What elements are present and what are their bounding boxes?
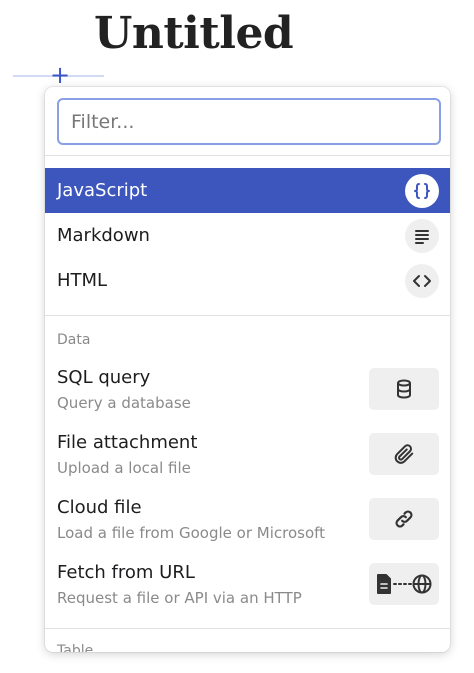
plus-icon[interactable]: + [50,63,70,87]
menu-item-label: Markdown [57,225,150,246]
menu-item-fetch-from-url[interactable]: Fetch from URL Request a file or API via… [45,562,450,624]
section-label-data: Data [57,332,91,348]
menu-item-cloud-file[interactable]: Cloud file Load a file from Google or Mi… [45,497,450,559]
section-label-table: Table [57,643,94,652]
page-title[interactable]: Untitled [94,8,294,59]
divider [45,315,450,316]
menu-item-subtitle: Query a database [57,394,191,412]
menu-item-title: Fetch from URL [57,562,195,583]
menu-item-javascript[interactable]: JavaScript [45,168,450,213]
menu-item-title: SQL query [57,367,151,388]
link-icon [369,498,439,540]
text-lines-icon [405,219,439,253]
divider [45,628,450,629]
filter-input[interactable] [57,98,441,145]
menu-item-html[interactable]: HTML [45,258,450,303]
paperclip-icon [369,433,439,475]
menu-item-file-attachment[interactable]: File attachment Upload a local file [45,432,450,494]
divider [45,155,450,156]
menu-item-label: JavaScript [57,180,148,201]
menu-item-sql-query[interactable]: SQL query Query a database [45,367,450,429]
angle-brackets-icon [405,264,439,298]
menu-item-markdown[interactable]: Markdown [45,213,450,258]
menu-item-subtitle: Load a file from Google or Microsoft [57,524,326,542]
curly-braces-icon [405,174,439,208]
file-globe-icon [369,563,439,605]
menu-item-subtitle: Upload a local file [57,459,191,477]
menu-item-title: Cloud file [57,497,142,518]
filter-wrap [57,98,441,145]
menu-item-label: HTML [57,270,108,291]
cell-type-menu: JavaScript Markdown HTML [45,87,450,652]
menu-item-subtitle: Request a file or API via an HTTP [57,589,302,607]
menu-item-title: File attachment [57,432,198,453]
database-icon [369,368,439,410]
